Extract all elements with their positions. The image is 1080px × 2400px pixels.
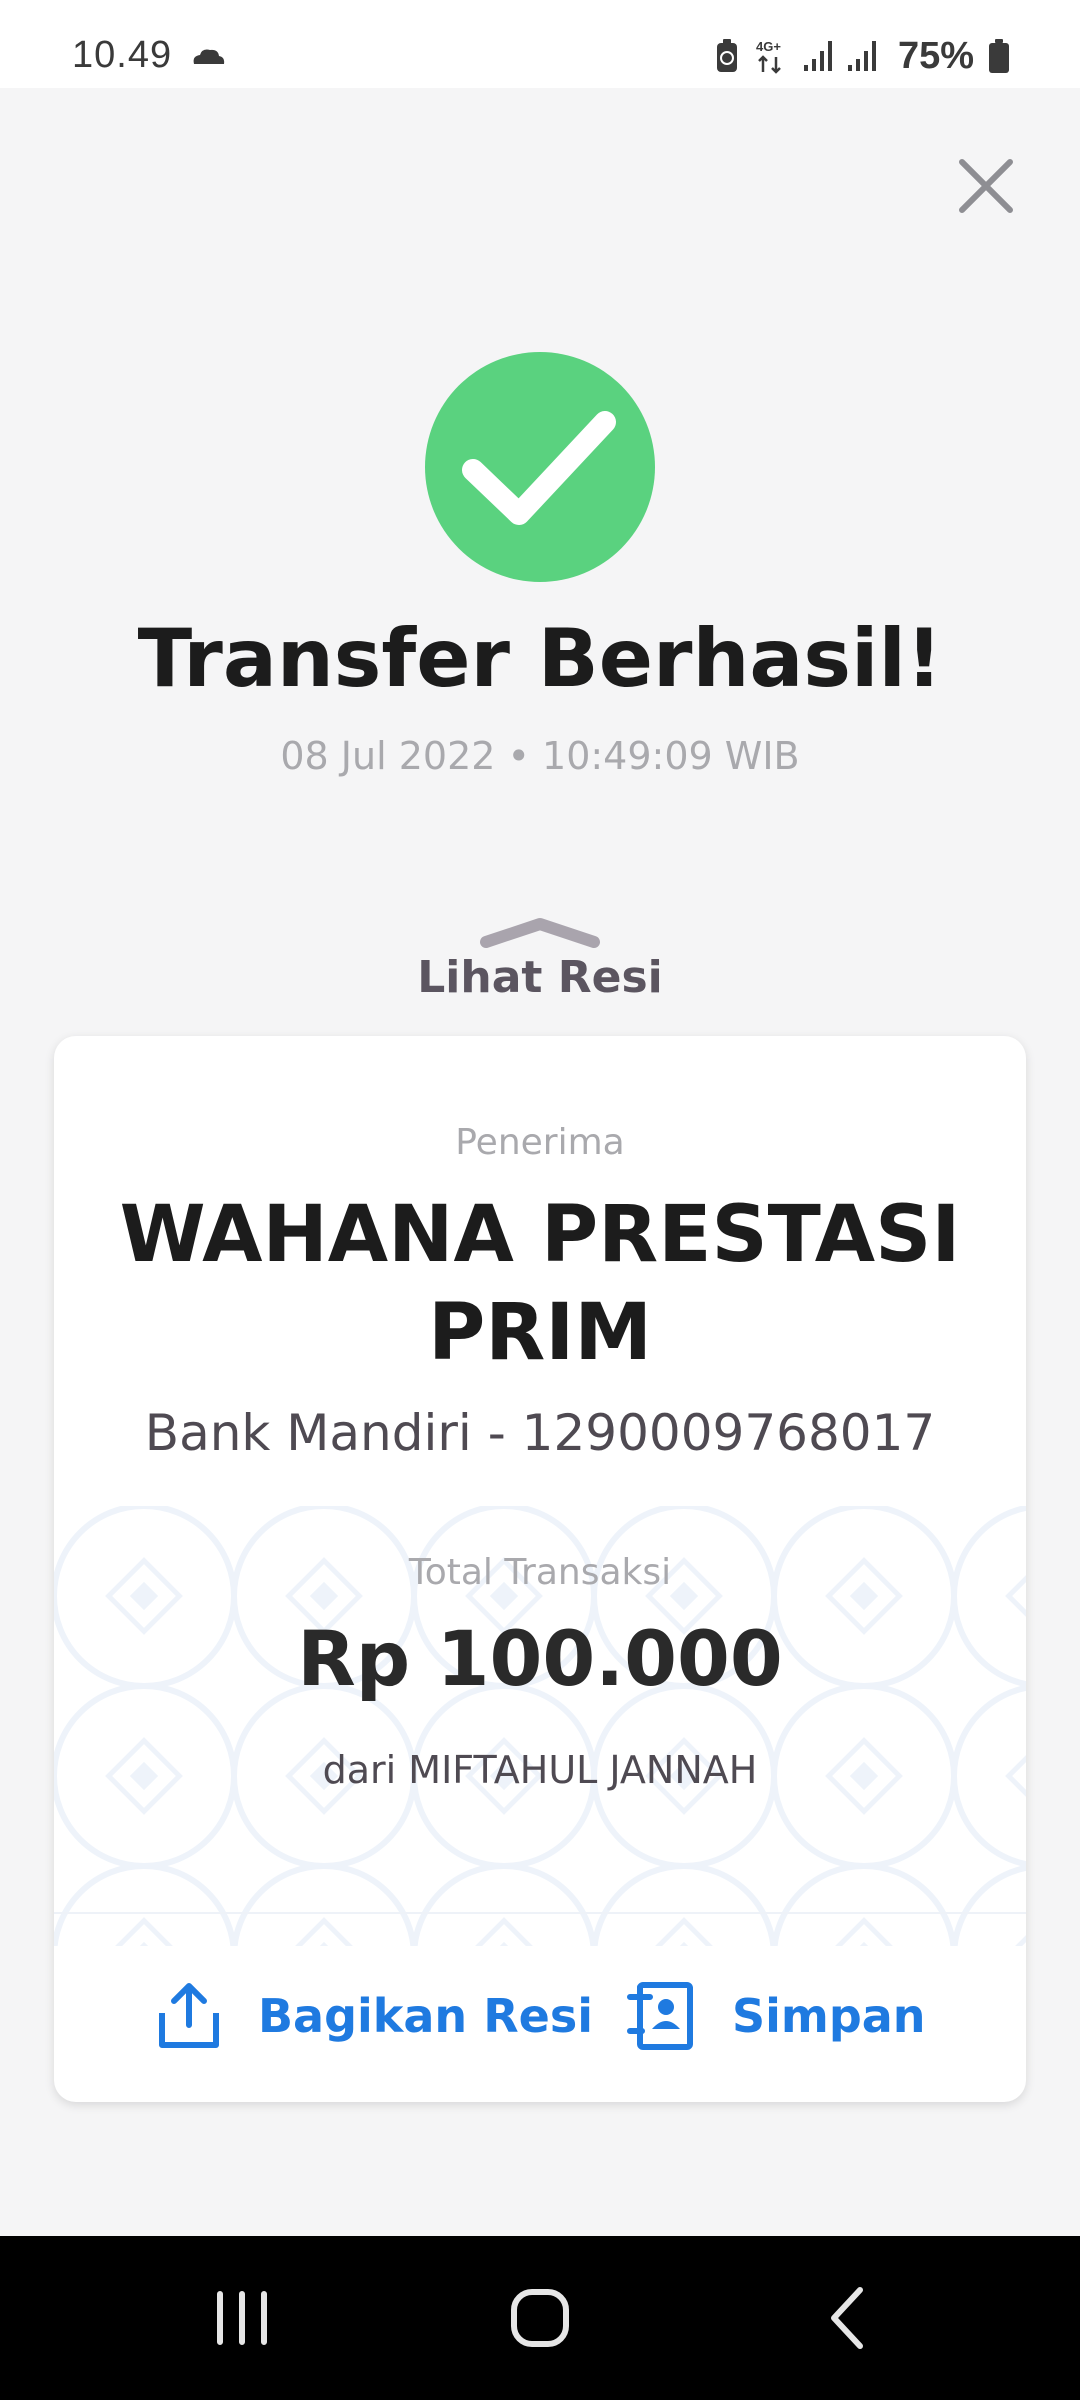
home-icon[interactable]	[500, 2278, 580, 2358]
battery-icon	[989, 39, 1009, 73]
share-icon	[159, 1983, 219, 2048]
save-label: Simpan	[732, 1989, 926, 2043]
chevron-up-icon[interactable]	[478, 914, 602, 950]
view-receipt-toggle[interactable]: Lihat Resi	[0, 952, 1080, 1003]
recent-apps-icon[interactable]	[202, 2278, 282, 2358]
divider	[54, 1912, 1026, 1914]
page-title: Transfer Berhasil!	[137, 612, 943, 705]
sender-name: dari MIFTAHUL JANNAH	[322, 1748, 758, 1792]
share-receipt-button[interactable]: Bagikan Resi	[156, 1976, 593, 2056]
cloud-icon	[193, 49, 225, 64]
transaction-amount: Rp 100.000	[297, 1614, 783, 1703]
network-4g-icon: 4G+	[756, 39, 781, 74]
back-icon[interactable]	[808, 2278, 888, 2358]
svg-text:4G+: 4G+	[756, 39, 781, 54]
total-label: Total Transaksi	[408, 1552, 672, 1593]
close-button[interactable]	[950, 150, 1022, 222]
battery-percent: 75%	[897, 34, 974, 77]
close-icon	[959, 159, 1013, 213]
save-contact-icon	[627, 1982, 693, 2050]
signal-icon-1	[803, 41, 832, 71]
signal-icon-2	[847, 41, 876, 71]
receipt-card: Penerima WAHANA PRESTASI PRIM Bank Mandi…	[54, 1036, 1026, 2102]
status-icons: 4G+ 75%	[714, 34, 1010, 78]
system-nav-bar	[0, 2236, 1080, 2400]
transaction-datetime: 08 Jul 2022 • 10:49:09 WIB	[280, 734, 800, 778]
status-time: 10.49	[72, 34, 173, 76]
check-icon	[462, 411, 616, 525]
success-badge	[425, 352, 655, 582]
recipient-label: Penerima	[455, 1122, 625, 1163]
status-bar: 10.49 4G+ 75%	[0, 0, 1080, 88]
share-receipt-label: Bagikan Resi	[258, 1989, 593, 2043]
save-contact-button[interactable]: Simpan	[626, 1976, 926, 2056]
data-saver-icon	[716, 39, 737, 72]
recipient-bank-account: Bank Mandiri - 1290009768017	[144, 1404, 936, 1462]
recipient-name: WAHANA PRESTASI PRIM	[119, 1190, 961, 1378]
